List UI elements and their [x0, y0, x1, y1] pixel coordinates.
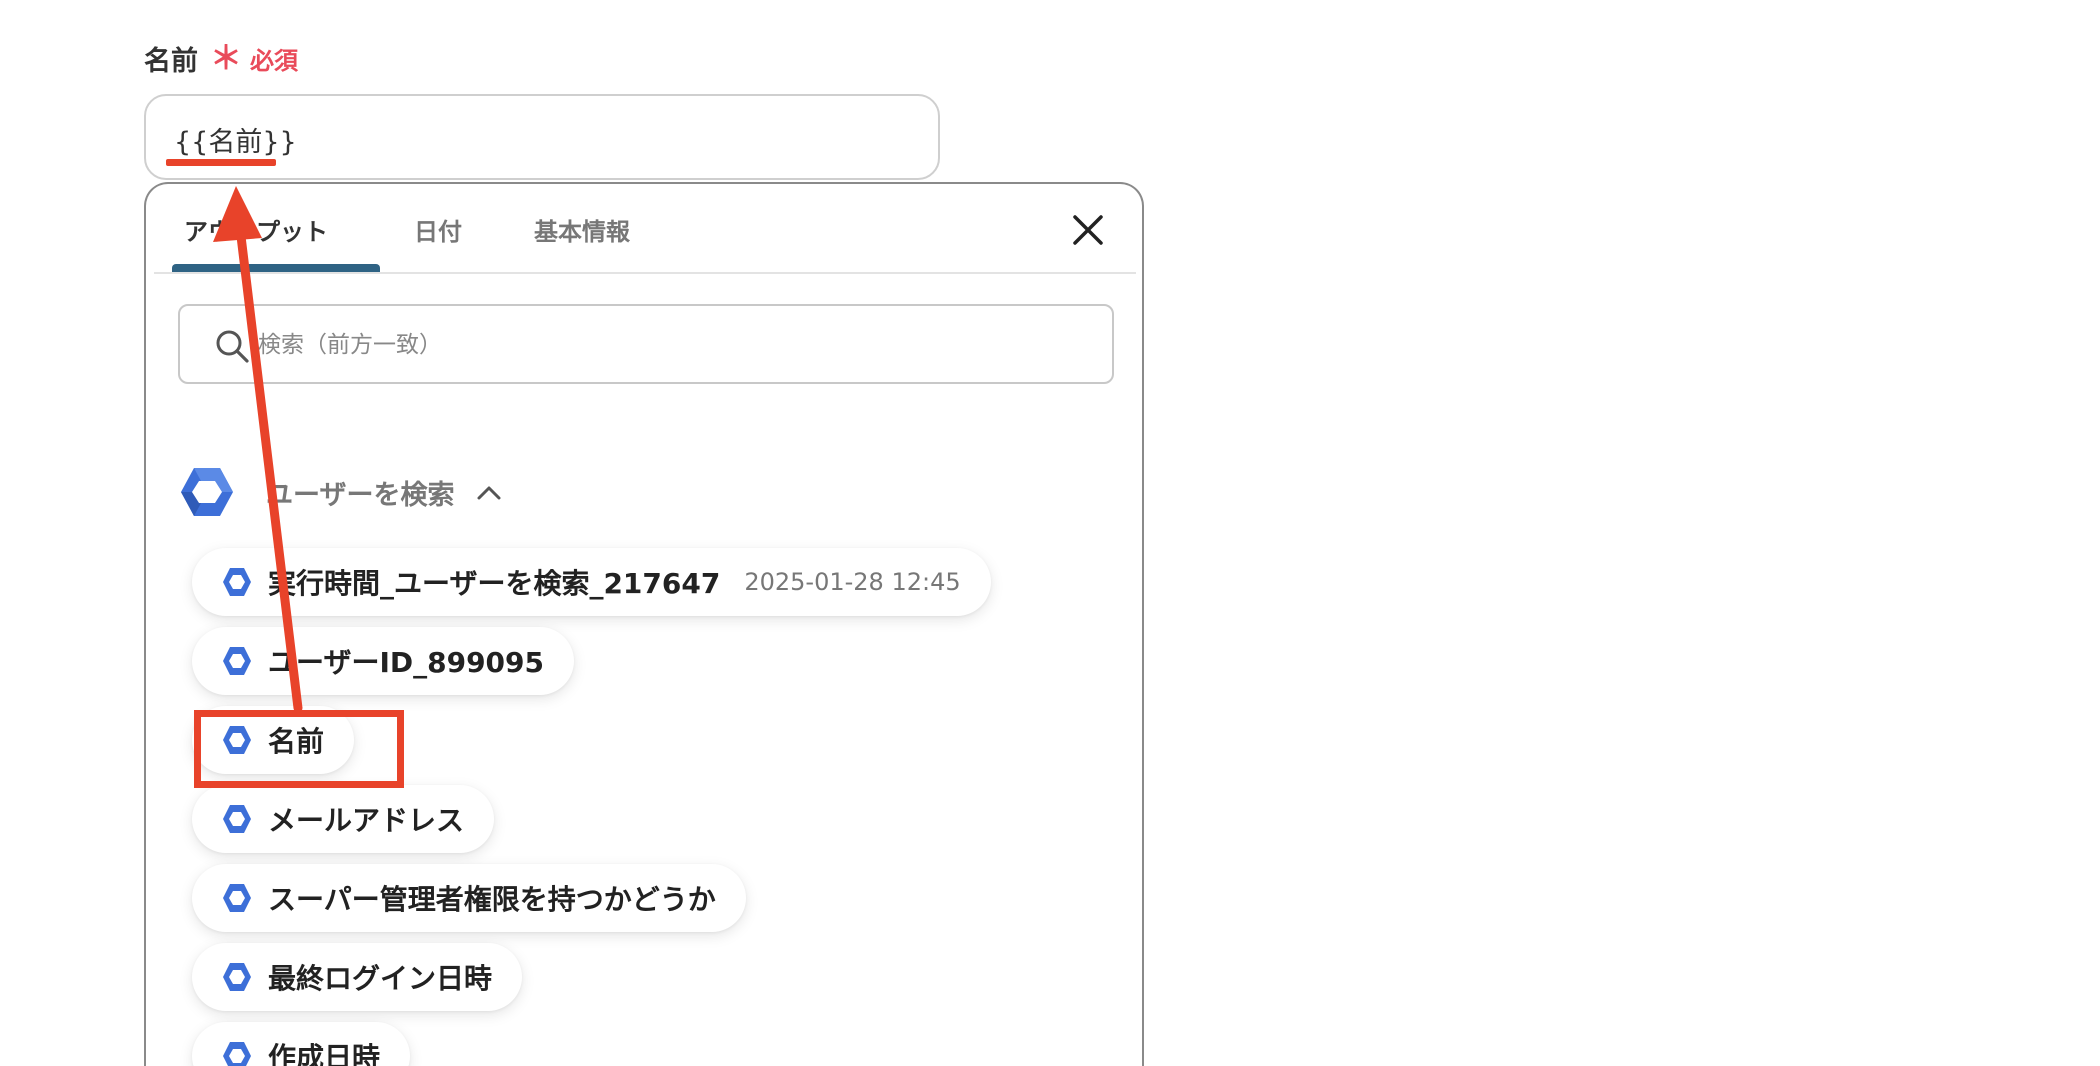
close-icon[interactable] — [1068, 210, 1108, 250]
required-asterisk: ＊ — [210, 39, 243, 77]
tab-bar: アウトプット 日付 基本情報 — [154, 184, 1136, 274]
google-workspace-hexagon-icon — [181, 468, 233, 516]
output-item-super-admin[interactable]: スーパー管理者権限を持つかどうか — [192, 864, 746, 932]
search-input[interactable] — [256, 320, 1090, 370]
chevron-up-icon — [477, 486, 501, 500]
required-text: 必須 — [250, 46, 299, 75]
section-title: ユーザーを検索 — [266, 479, 455, 511]
tab-output[interactable]: アウトプット — [184, 212, 328, 247]
output-item-user-id[interactable]: ユーザーID_899095 — [192, 627, 574, 695]
search-box[interactable] — [178, 304, 1114, 384]
output-item-label: 実行時間_ユーザーを検索_217647 — [268, 567, 721, 600]
output-item-execution-time[interactable]: 実行時間_ユーザーを検索_217647 2025-01-28 12:45 — [192, 548, 991, 616]
output-item-email[interactable]: メールアドレス — [192, 785, 495, 853]
output-item-label: ユーザーID_899095 — [268, 646, 544, 679]
screen: 名前 ＊ 必須 {{名前}} アウトプット 日付 基本情報 検索（前方一致） ユ… — [0, 0, 2100, 1066]
field-label: 名前 ＊ 必須 — [144, 39, 299, 77]
output-item-value: 2025-01-28 12:45 — [744, 568, 961, 596]
google-workspace-hexagon-icon — [223, 805, 251, 833]
google-workspace-hexagon-icon — [223, 963, 251, 991]
google-workspace-hexagon-icon — [223, 1042, 251, 1066]
field-label-text: 名前 — [144, 45, 198, 77]
tab-basic-info[interactable]: 基本情報 — [534, 212, 630, 247]
google-workspace-hexagon-icon — [223, 568, 251, 596]
output-item-label: 作成日時 — [268, 1041, 381, 1066]
search-icon — [216, 330, 249, 363]
output-item-label: スーパー管理者権限を持つかどうか — [268, 883, 716, 916]
output-item-created-at[interactable]: 作成日時 — [192, 1022, 411, 1066]
section-header-user-search[interactable]: ユーザーを検索 — [180, 464, 502, 520]
name-input-value[interactable]: {{名前}} — [174, 120, 297, 159]
annotation-highlight-box — [194, 710, 404, 788]
tab-date[interactable]: 日付 — [414, 212, 462, 247]
google-workspace-hexagon-icon — [223, 884, 251, 912]
output-picker-panel: アウトプット 日付 基本情報 ユーザーを検索 — [144, 182, 1144, 1066]
output-item-label: メールアドレス — [268, 804, 465, 837]
name-input[interactable]: {{名前}} — [144, 94, 940, 180]
active-tab-indicator — [172, 264, 380, 272]
annotation-underline — [166, 159, 276, 166]
output-item-last-login[interactable]: 最終ログイン日時 — [192, 943, 523, 1011]
google-workspace-hexagon-icon — [223, 647, 251, 675]
output-item-label: 最終ログイン日時 — [268, 962, 493, 995]
